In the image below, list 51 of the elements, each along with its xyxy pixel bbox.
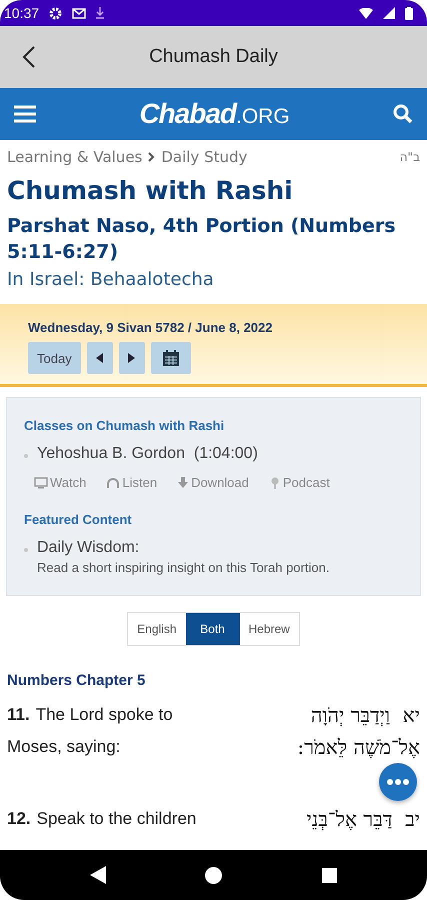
recents-nav-button[interactable]	[322, 868, 338, 882]
bullet	[24, 454, 28, 458]
verse-english: 11. The Lord spoke to Moses, saying:	[7, 704, 174, 758]
calendar-icon	[162, 350, 179, 366]
page-title: Chumash with Rashi	[7, 176, 294, 205]
app-bar-title: Chumash Daily	[149, 46, 278, 68]
date-text: Wednesday, 9 Sivan 5782 / June 8, 2022	[28, 320, 274, 335]
more-icon	[387, 779, 409, 785]
featured-title[interactable]: Daily Wisdom:	[37, 539, 330, 557]
language-tab[interactable]: Both	[186, 613, 240, 645]
class-speaker[interactable]: Yehoshua B. Gordon (1:04:00)	[37, 445, 258, 463]
media-link[interactable]: Download	[177, 475, 249, 490]
back-nav-button[interactable]	[90, 866, 106, 884]
verse-hebrew: יב דַּבֵּר אֶל־בְּנֵי	[306, 806, 420, 833]
right-triangle-icon	[128, 353, 136, 363]
verse-hebrew: יא וַיְדַבֵּר יְהֹוָה אֶל־מֹשֶׁה לֵּאמֹר:	[296, 702, 420, 761]
home-nav-button[interactable]	[205, 866, 222, 884]
section-heading: Classes on Chumash with Rashi	[24, 418, 226, 433]
bh-mark: ב"ה	[400, 150, 420, 164]
breadcrumb-link[interactable]: Daily Study	[161, 148, 248, 166]
media-link[interactable]: Podcast	[268, 475, 330, 490]
status-time: 10:37	[4, 5, 40, 21]
israel-note: In Israel: Behaalotecha	[7, 269, 215, 290]
mail-icon	[72, 8, 86, 18]
calendar-button[interactable]	[150, 342, 191, 374]
chapter-heading: Numbers Chapter 5	[7, 672, 146, 689]
portion-subtitle: Parshat Naso, 4th Portion (Numbers 5:11-6:27)	[7, 214, 397, 265]
podcast-icon	[268, 476, 281, 488]
breadcrumb-link[interactable]: Learning & Values	[7, 148, 142, 166]
signal-icon	[383, 7, 395, 19]
chevron-icon	[148, 152, 156, 162]
section-heading: Featured Content	[24, 512, 133, 527]
headphones-icon	[106, 476, 120, 488]
next-day-button[interactable]	[118, 342, 145, 374]
previous-day-button[interactable]	[86, 342, 113, 374]
today-button[interactable]: Today	[28, 342, 81, 374]
menu-button[interactable]	[12, 103, 38, 125]
media-link[interactable]: Watch	[34, 475, 86, 490]
download-icon	[177, 476, 190, 488]
more-button[interactable]	[379, 763, 417, 801]
bullet	[24, 548, 28, 552]
gear-icon	[49, 6, 62, 20]
search-button[interactable]	[390, 102, 415, 126]
featured-description: Read a short inspiring insight on this Torah portion.	[37, 560, 330, 575]
verse-english: 12. Speak to the children	[7, 808, 198, 830]
wifi-icon	[359, 8, 373, 18]
monitor-icon	[34, 476, 48, 488]
media-link[interactable]: Listen	[106, 475, 158, 490]
battery-icon	[405, 6, 413, 20]
left-triangle-icon	[96, 353, 104, 363]
download-icon	[96, 7, 104, 19]
